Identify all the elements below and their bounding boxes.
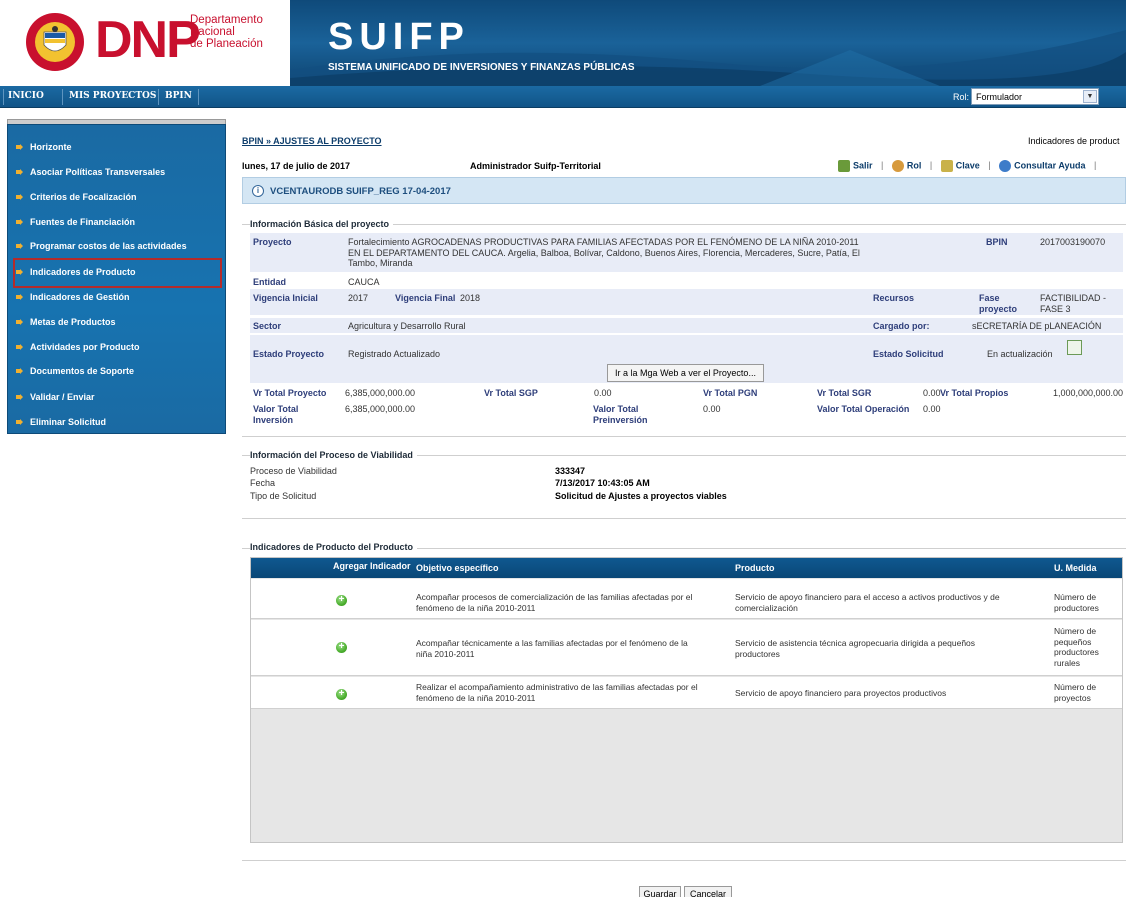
arrow-right-icon — [16, 294, 23, 300]
row-entidad: Entidad CAUCA — [250, 275, 1123, 289]
nav-separator — [158, 89, 159, 105]
arrow-right-icon — [16, 144, 23, 150]
version-bar: i VCENTAURODB SUIFP_REG 17-04-2017 — [242, 177, 1126, 204]
tipo-value: Solicitud de Ajustes a proyectos viables — [555, 491, 727, 501]
mga-web-button[interactable]: Ir a la Mga Web a ver el Proyecto... — [607, 364, 764, 382]
col-agregar: Agregar Indicador — [333, 562, 411, 571]
user-name: Administrador Suifp-Territorial — [470, 161, 601, 171]
sidebar-item-metas[interactable]: Metas de Productos — [10, 310, 215, 334]
rol-link[interactable]: Rol — [907, 160, 922, 170]
nav-bpin[interactable]: BPIN — [165, 91, 192, 101]
add-icon[interactable]: + — [336, 642, 347, 653]
org-name: Departamento Nacional de Planeación — [190, 14, 263, 50]
viability-legend: Información del Proceso de Viabilidad — [250, 450, 417, 460]
basic-info-legend: Información Básica del proyecto — [250, 219, 394, 229]
top-nav: INICIO MIS PROYECTOS BPIN Rol: Formulado… — [0, 86, 1126, 108]
key-icon — [940, 160, 953, 172]
bpin-value: 2017003190070 — [1040, 237, 1106, 247]
sidebar-item-costos[interactable]: Programar costos de las actividades — [10, 234, 215, 258]
proyecto-desc: Fortalecimiento AGROCADENAS PRODUCTIVAS … — [348, 237, 860, 268]
arrow-right-icon — [16, 344, 23, 350]
col-producto: Producto — [735, 563, 775, 573]
rol-label: Rol: — [953, 92, 970, 102]
help-icon — [999, 160, 1012, 172]
arrow-right-icon — [16, 319, 23, 325]
nav-separator — [3, 89, 4, 105]
nav-inicio[interactable]: INICIO — [8, 91, 44, 101]
selected-item-highlight — [13, 258, 222, 288]
col-objetivo: Objetivo específico — [416, 563, 499, 573]
nav-mis-proyectos[interactable]: MIS PROYECTOS — [69, 91, 156, 101]
current-date: lunes, 17 de julio de 2017 — [242, 161, 351, 171]
table-header: Agregar Indicador Objetivo específico Pr… — [251, 558, 1122, 578]
app-subtitle: SISTEMA UNIFICADO DE INVERSIONES Y FINAN… — [328, 62, 635, 73]
exit-icon — [838, 160, 850, 172]
sidebar-item-documentos[interactable]: Documentos de Soporte — [10, 359, 215, 383]
table-row: + Acompañar técnicamente a las familias … — [251, 620, 1122, 676]
ayuda-link[interactable]: Consultar Ayuda — [1014, 160, 1085, 170]
breadcrumb[interactable]: BPIN » AJUSTES AL PROYECTO — [242, 136, 382, 146]
colombia-seal-logo — [26, 13, 84, 71]
version-text: VCENTAURODB SUIFP_REG 17-04-2017 — [270, 186, 451, 197]
logo-area: DNP Departamento Nacional de Planeación — [0, 0, 290, 86]
row-sector: Sector Agricultura y Desarrollo Rural Ca… — [250, 318, 1123, 333]
nav-separator — [198, 89, 199, 105]
arrow-right-icon — [16, 394, 23, 400]
table-row: + Realizar el acompañamiento administrat… — [251, 677, 1122, 709]
indicators-legend: Indicadores de Producto del Producto — [250, 542, 418, 552]
table-row: + Acompañar procesos de comercialización… — [251, 579, 1122, 619]
user-icon — [891, 160, 904, 172]
add-icon[interactable]: + — [336, 595, 347, 606]
app-banner: SUIFP SISTEMA UNIFICADO DE INVERSIONES Y… — [290, 0, 1126, 86]
fecha-value: 7/13/2017 10:43:05 AM — [555, 478, 650, 488]
row-vigencia: Vigencia Inicial 2017 Vigencia Final 201… — [250, 289, 1123, 315]
col-medida: U. Medida — [1054, 563, 1097, 573]
sidebar-item-indicadores-gestion[interactable]: Indicadores de Gestión — [10, 285, 215, 309]
sidebar-item-horizonte[interactable]: Horizonte — [10, 135, 215, 159]
header: DNP Departamento Nacional de Planeación … — [0, 0, 1126, 86]
add-icon[interactable]: + — [336, 689, 347, 700]
dnp-logo-text: DNP — [95, 11, 201, 69]
clave-link[interactable]: Clave — [956, 160, 980, 170]
viability-fieldset — [242, 455, 1126, 519]
row-inversion: Valor Total Inversión 6,385,000,000.00 V… — [250, 402, 1123, 429]
sidebar-item-politicas[interactable]: Asociar Políticas Transversales — [10, 160, 215, 184]
fase-value: FACTIBILIDAD - FASE 3 — [1040, 293, 1107, 314]
sidebar-item-eliminar[interactable]: Eliminar Solicitud — [10, 410, 215, 434]
sidebar-item-actividades[interactable]: Actividades por Producto — [10, 335, 215, 359]
document-icon[interactable] — [1067, 340, 1082, 355]
salir-link[interactable]: Salir — [853, 160, 873, 170]
nav-separator — [62, 89, 63, 105]
rol-select[interactable]: Formulador ▼ — [971, 88, 1099, 105]
user-links: Salir | Rol | Clave | Consultar Ayuda | — [838, 160, 1102, 172]
info-icon: i — [252, 185, 264, 197]
chevron-down-icon[interactable]: ▼ — [1083, 90, 1097, 103]
cancel-button[interactable]: Cancelar — [684, 886, 732, 897]
save-button[interactable]: Guardar — [639, 886, 681, 897]
arrow-right-icon — [16, 219, 23, 225]
row-proyecto: Proyecto Fortalecimiento AGROCADENAS PRO… — [250, 233, 1123, 272]
arrow-right-icon — [16, 368, 23, 374]
arrow-right-icon — [16, 169, 23, 175]
arrow-right-icon — [16, 243, 23, 249]
indicators-table: Agregar Indicador Objetivo específico Pr… — [250, 557, 1123, 843]
page-title: Indicadores de product — [1028, 136, 1120, 146]
arrow-right-icon — [16, 419, 23, 425]
proceso-value: 333347 — [555, 466, 586, 476]
arrow-right-icon — [16, 194, 23, 200]
app-title: SUIFP — [328, 16, 470, 58]
sidebar-item-criterios[interactable]: Criterios de Focalización — [10, 185, 215, 209]
sidebar-item-fuentes[interactable]: Fuentes de Financiación — [10, 210, 215, 234]
row-valores: Vr Total Proyecto 6,385,000,000.00 Vr To… — [250, 386, 1123, 400]
sidebar-item-validar[interactable]: Validar / Enviar — [10, 385, 215, 409]
